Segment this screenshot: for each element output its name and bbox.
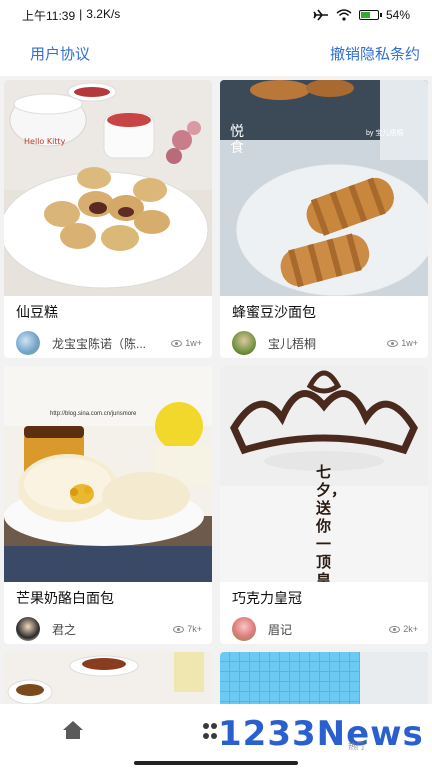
recipe-title: 蜂蜜豆沙面包 xyxy=(232,304,316,320)
battery-icon xyxy=(358,10,382,20)
author-name[interactable]: 君之 xyxy=(52,621,167,638)
author-name[interactable]: 龙宝宝陈诺（陈... xyxy=(52,335,165,352)
photo-caption: 七夕，送你一顶皇冠 xyxy=(316,464,347,582)
recipe-title: 巧克力皇冠 xyxy=(232,590,302,606)
recipe-photo xyxy=(220,652,428,704)
photo-url: http://blog.sina.com.cn/junsmore xyxy=(50,411,137,417)
revoke-privacy-link[interactable]: 撤销隐私条约 xyxy=(330,43,420,64)
wifi-icon xyxy=(336,9,352,21)
eye-icon xyxy=(387,339,399,347)
recipe-meta: 眉记 2k+ xyxy=(220,614,428,644)
avatar[interactable] xyxy=(16,617,40,641)
views-count: 2k+ xyxy=(389,624,418,634)
status-right: 54% xyxy=(313,8,410,22)
views-count-text: 1w+ xyxy=(185,338,202,348)
avatar[interactable] xyxy=(16,331,40,355)
photo-tag: by 宝儿梧桐 xyxy=(366,130,404,137)
author-name[interactable]: 宝儿梧桐 xyxy=(268,335,381,352)
views-count-text: 2k+ xyxy=(403,624,418,634)
status-bar: 上午11:39 | 3.2K/s 54% xyxy=(0,0,432,30)
network-speed: 3.2K/s xyxy=(86,6,121,21)
top-nav: 用户协议 撤销隐私条约 xyxy=(0,30,432,76)
status-left: 上午11:39 | 3.2K/s xyxy=(22,7,120,24)
recipe-photo xyxy=(4,652,212,704)
views-count-text: 1w+ xyxy=(401,338,418,348)
svg-text:Hello Kitty: Hello Kitty xyxy=(24,137,66,146)
views-count: 1w+ xyxy=(387,338,418,348)
watermark-logo: 1233News xyxy=(218,714,424,754)
gesture-bar[interactable] xyxy=(134,761,298,765)
recipe-meta: 宝儿梧桐 1w+ xyxy=(220,328,428,358)
recipe-photo: 悦食 by 宝儿梧桐 xyxy=(220,80,428,296)
battery-percent: 54% xyxy=(385,8,410,22)
recipe-card[interactable]: 七夕，送你一顶皇冠 巧克力皇冠 眉记 2k+ xyxy=(220,366,428,644)
recipe-photo: 七夕，送你一顶皇冠 xyxy=(220,366,428,582)
recipe-card[interactable] xyxy=(220,652,428,704)
recipe-photo: http://blog.sina.com.cn/junsmore xyxy=(4,366,212,582)
eye-icon xyxy=(389,625,401,633)
recipe-meta: 龙宝宝陈诺（陈... 1w+ xyxy=(4,328,212,358)
avatar[interactable] xyxy=(232,617,256,641)
views-count-text: 7k+ xyxy=(187,624,202,634)
home-icon[interactable] xyxy=(62,720,84,740)
airplane-icon xyxy=(313,9,328,21)
recipe-meta: 君之 7k+ xyxy=(4,614,212,644)
status-separator: | xyxy=(79,6,83,21)
eye-icon xyxy=(171,339,183,347)
status-time: 上午11:39 xyxy=(22,8,76,23)
author-name[interactable]: 眉记 xyxy=(268,621,383,638)
recipe-title: 仙豆糕 xyxy=(16,304,58,320)
photo-logo: 悦食 xyxy=(230,124,244,156)
views-count: 1w+ xyxy=(171,338,202,348)
recipe-card[interactable] xyxy=(4,652,212,704)
recipe-grid[interactable]: Hello Kitty 仙豆糕 龙宝宝陈诺（陈... 1w+ 悦食 by 宝儿梧… xyxy=(0,78,432,704)
recipe-card[interactable]: http://blog.sina.com.cn/junsmore 芒果奶酪白面包… xyxy=(4,366,212,644)
recipe-card[interactable]: Hello Kitty 仙豆糕 龙宝宝陈诺（陈... 1w+ xyxy=(4,80,212,358)
recipe-title: 芒果奶酪白面包 xyxy=(16,590,114,606)
bottom-bar: 1233News 热门 xyxy=(0,704,432,768)
user-agreement-link[interactable]: 用户协议 xyxy=(30,43,90,64)
views-count: 7k+ xyxy=(173,624,202,634)
recipe-photo: Hello Kitty xyxy=(4,80,212,296)
recipe-card[interactable]: 悦食 by 宝儿梧桐 蜂蜜豆沙面包 宝儿梧桐 1w+ xyxy=(220,80,428,358)
eye-icon xyxy=(173,625,185,633)
watermark-sub: 热门 xyxy=(348,742,364,751)
avatar[interactable] xyxy=(232,331,256,355)
